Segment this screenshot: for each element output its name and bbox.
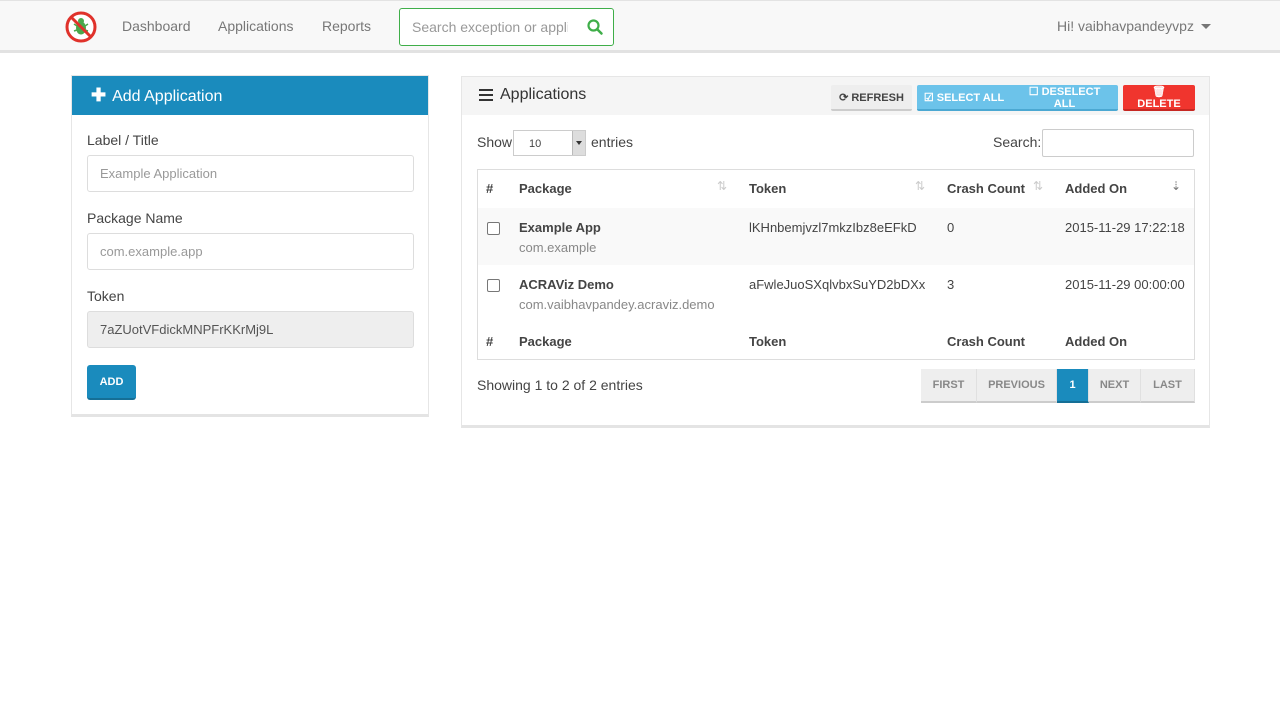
sort-icon[interactable]: ⇅ [717, 179, 727, 193]
table-search-input[interactable] [1042, 129, 1194, 157]
col-header-token[interactable]: Token [749, 181, 786, 196]
app-crash-count: 0 [947, 220, 955, 235]
empty-box-icon: ☐ [1028, 86, 1042, 98]
add-button[interactable]: ADD [87, 365, 136, 400]
col-footer-index: # [486, 334, 494, 349]
applications-header: Applications ⟳ REFRESH ☑ SELECT ALL ☐ DE… [462, 77, 1209, 115]
token-field[interactable] [87, 311, 414, 348]
app-added-on: 2015-11-29 17:22:18 [1065, 220, 1185, 235]
nav-dashboard[interactable]: Dashboard [122, 18, 191, 34]
caret-down-icon [1200, 24, 1211, 29]
package-name-label: Package Name [87, 210, 183, 226]
app-name: ACRAViz Demo [519, 277, 614, 292]
top-navbar: Dashboard Applications Reports Hi! vaibh… [0, 0, 1280, 53]
col-footer-token: Token [749, 334, 787, 349]
bug-logo-icon[interactable] [65, 11, 97, 43]
row-checkbox[interactable] [487, 279, 500, 292]
page-size-value: 10 [529, 138, 542, 150]
app-added-on: 2015-11-29 00:00:00 [1065, 277, 1185, 292]
app-token: aFwleJuoSXqlvbxSuYD2bDXx [749, 277, 926, 292]
col-header-index: # [486, 181, 494, 196]
search-icon[interactable] [586, 18, 604, 36]
plus-icon: ✚ [91, 85, 107, 105]
global-search-input[interactable] [412, 18, 568, 36]
refresh-label: REFRESH [851, 91, 904, 104]
sort-icon[interactable]: ⇅ [915, 179, 925, 193]
page-1-button[interactable]: 1 [1057, 369, 1089, 403]
select-arrow-icon [572, 131, 585, 155]
applications-panel: Applications ⟳ REFRESH ☑ SELECT ALL ☐ DE… [461, 76, 1210, 428]
col-footer-added-on: Added On [1065, 334, 1128, 349]
deselect-all-label: DESELECT ALL [1041, 86, 1101, 110]
nav-reports[interactable]: Reports [322, 18, 371, 34]
global-search [399, 8, 614, 46]
select-all-label: SELECT ALL [936, 91, 1005, 104]
select-all-button[interactable]: ☑ SELECT ALL [917, 85, 1011, 111]
applications-table: # Package ⇅ Token ⇅ Crash Count ⇅ Added … [477, 169, 1195, 360]
col-footer-crash-count: Crash Count [947, 334, 1025, 349]
delete-button[interactable]: 🗑 DELETE [1123, 85, 1195, 111]
add-application-panel: ✚ Add Application Label / Title Package N… [71, 75, 429, 417]
row-checkbox[interactable] [487, 222, 500, 235]
page-previous-button[interactable]: PREVIOUS [977, 369, 1057, 403]
label-title-input[interactable] [87, 155, 414, 192]
trash-icon: 🗑 [1152, 86, 1166, 98]
col-footer-package: Package [519, 334, 572, 349]
col-header-package[interactable]: Package [519, 181, 572, 196]
table-info: Showing 1 to 2 of 2 entries [477, 377, 643, 393]
show-label: Show [477, 134, 513, 150]
list-icon [479, 89, 493, 101]
applications-title: Applications [500, 86, 587, 103]
table-search-label: Search: [993, 134, 1042, 150]
app-token: lKHnbemjvzl7mkzIbz8eEFkD [749, 220, 917, 235]
app-package: com.example [519, 240, 597, 255]
app-name: Example App [519, 220, 601, 235]
token-label: Token [87, 288, 125, 304]
table-row: ACRAViz Demo com.vaibhavpandey.acraviz.d… [478, 265, 1194, 322]
entries-label: entries [591, 134, 634, 150]
app-package: com.vaibhavpandey.acraviz.demo [519, 297, 715, 312]
user-menu[interactable]: Hi! vaibhavpandeyvpz [1057, 18, 1211, 34]
page-size-select[interactable]: 10 [513, 130, 586, 156]
add-application-header: ✚ Add Application [72, 76, 428, 115]
sort-desc-icon[interactable]: ⇣ [1171, 179, 1181, 193]
refresh-icon: ⟳ [839, 91, 852, 104]
sort-icon[interactable]: ⇅ [1033, 179, 1043, 193]
page-next-button[interactable]: NEXT [1089, 369, 1141, 403]
add-application-title: Add Application [112, 88, 223, 105]
col-header-crash-count[interactable]: Crash Count [947, 181, 1025, 196]
package-name-input[interactable] [87, 233, 414, 270]
col-header-added-on[interactable]: Added On [1065, 181, 1127, 196]
app-crash-count: 3 [947, 277, 955, 292]
deselect-all-button[interactable]: ☐ DESELECT ALL [1011, 85, 1118, 111]
label-title-label: Label / Title [87, 132, 159, 148]
page-last-button[interactable]: LAST [1141, 369, 1195, 403]
table-row: Example App com.example lKHnbemjvzl7mkzI… [478, 208, 1194, 265]
page-first-button[interactable]: FIRST [921, 369, 977, 403]
checked-box-icon: ☑ [923, 91, 937, 104]
refresh-button[interactable]: ⟳ REFRESH [831, 85, 912, 111]
user-greeting: Hi! vaibhavpandeyvpz [1057, 18, 1194, 34]
delete-label: DELETE [1137, 98, 1181, 110]
nav-applications[interactable]: Applications [218, 18, 294, 34]
